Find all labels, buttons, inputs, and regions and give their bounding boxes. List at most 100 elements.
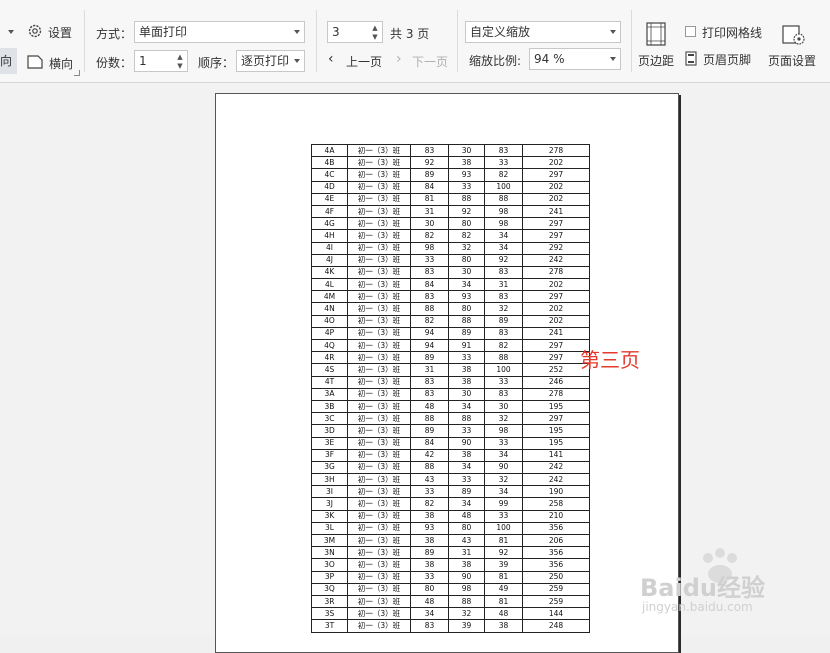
chevron-down-icon xyxy=(610,30,616,34)
table-cell: 初一（3）班 xyxy=(347,521,411,536)
stepper-down-icon[interactable]: ▼ xyxy=(371,33,379,41)
table-cell: 初一（3）班 xyxy=(347,168,411,182)
chevron-down-icon xyxy=(294,30,300,34)
table-row: 3N 初一（3）班 89 31 92 356 xyxy=(311,546,590,560)
portrait-button-partial[interactable]: 向 xyxy=(0,48,17,74)
table-row: 4M 初一（3）班 83 93 83 297 xyxy=(311,290,590,304)
table-cell: 3E xyxy=(311,436,348,450)
stepper-up-icon[interactable]: ▲ xyxy=(371,24,379,32)
table-cell: 210 xyxy=(522,509,590,523)
table-cell: 31 xyxy=(410,363,449,377)
table-cell: 31 xyxy=(484,278,523,292)
table-row: 3P 初一（3）班 33 90 81 250 xyxy=(311,570,590,584)
table-cell: 3J xyxy=(311,497,348,511)
table-cell: 4J xyxy=(311,253,348,267)
print-order-select[interactable]: 逐页打印 xyxy=(236,50,305,72)
chevron-down-icon xyxy=(294,59,300,63)
table-cell: 89 xyxy=(448,326,485,341)
print-preview-toolbar: 向 设置 横向 方式： 单面打印 份数： 1 ▲ ▼ 顺序： 逐页打印 3 ▲ … xyxy=(0,0,830,83)
table-cell: 246 xyxy=(522,375,590,389)
table-cell: 82 xyxy=(484,338,523,353)
header-footer-label: 页眉页脚 xyxy=(703,53,752,67)
table-cell: 33 xyxy=(484,436,523,450)
table-cell: 初一（3）班 xyxy=(347,326,411,341)
table-row: 3T 初一（3）班 83 39 38 248 xyxy=(311,619,590,633)
table-cell: 34 xyxy=(448,460,485,475)
group-expand-icon[interactable] xyxy=(74,70,80,76)
orientation-dropdown-partial[interactable] xyxy=(0,22,16,42)
table-row: 4C 初一（3）班 89 93 82 297 xyxy=(311,168,590,182)
table-cell: 43 xyxy=(410,473,449,487)
margins-button[interactable]: 页边距 xyxy=(636,20,676,72)
landscape-label: 横向 xyxy=(49,57,74,71)
table-cell: 83 xyxy=(410,290,449,304)
table-cell: 38 xyxy=(484,619,523,633)
zoom-ratio-select[interactable]: 94 % xyxy=(529,48,621,70)
table-cell: 89 xyxy=(484,314,523,328)
table-cell: 初一（3）班 xyxy=(347,143,411,158)
table-cell: 4A xyxy=(311,143,348,158)
table-cell: 202 xyxy=(522,180,590,194)
table-cell: 48 xyxy=(410,594,449,609)
stepper-down-icon[interactable]: ▼ xyxy=(176,62,184,70)
table-row: 4B 初一（3）班 92 38 33 202 xyxy=(311,156,590,170)
header-footer-icon xyxy=(685,51,697,70)
table-cell: 32 xyxy=(484,302,523,316)
table-cell: 4L xyxy=(311,278,348,292)
score-table: 4A 初一（3）班 83 30 83 278 4B 初一（3）班 92 38 33 202 4C 初一（3… xyxy=(311,143,590,633)
table-cell: 88 xyxy=(448,314,485,328)
table-cell: 34 xyxy=(448,497,485,511)
table-cell: 初一（3）班 xyxy=(347,485,411,499)
table-cell: 242 xyxy=(522,460,590,475)
table-cell: 90 xyxy=(448,570,485,584)
table-cell: 356 xyxy=(522,558,590,572)
table-cell: 32 xyxy=(448,241,485,255)
print-mode-select[interactable]: 单面打印 xyxy=(134,21,305,43)
table-cell: 356 xyxy=(522,521,590,536)
table-cell: 31 xyxy=(448,546,485,560)
page-number-stepper[interactable]: 3 ▲ ▼ xyxy=(327,21,383,43)
table-cell: 初一（3）班 xyxy=(347,412,411,426)
table-row: 3F 初一（3）班 42 38 34 141 xyxy=(311,448,590,462)
table-row: 3J 初一（3）班 82 34 99 258 xyxy=(311,497,590,511)
table-cell: 278 xyxy=(522,265,590,280)
table-cell: 38 xyxy=(448,558,485,572)
stepper-up-icon[interactable]: ▲ xyxy=(176,53,184,61)
table-cell: 初一（3）班 xyxy=(347,241,411,255)
zoom-mode-select[interactable]: 自定义缩放 xyxy=(465,21,621,43)
table-cell: 278 xyxy=(522,143,590,158)
table-cell: 4F xyxy=(311,204,348,219)
table-cell: 34 xyxy=(484,229,523,243)
table-cell: 100 xyxy=(484,363,523,377)
table-cell: 初一（3）班 xyxy=(347,351,411,365)
table-cell: 初一（3）班 xyxy=(347,314,411,328)
table-row: 3R 初一（3）班 48 88 81 259 xyxy=(311,594,590,609)
page-setup-button[interactable]: 页面设置 xyxy=(766,20,822,72)
chevron-down-icon xyxy=(610,57,616,61)
table-cell: 241 xyxy=(522,326,590,341)
table-cell: 34 xyxy=(448,399,485,414)
table-row: 3O 初一（3）班 38 38 39 356 xyxy=(311,558,590,572)
table-cell: 初一（3）班 xyxy=(347,338,411,353)
table-cell: 初一（3）班 xyxy=(347,582,411,596)
table-cell: 4O xyxy=(311,314,348,328)
table-row: 3Q 初一（3）班 80 98 49 259 xyxy=(311,582,590,596)
table-cell: 32 xyxy=(484,412,523,426)
table-cell: 32 xyxy=(448,607,485,621)
table-cell: 4K xyxy=(311,265,348,280)
table-row: 4S 初一（3）班 31 38 100 252 xyxy=(311,363,590,377)
copies-stepper[interactable]: 1 ▲ ▼ xyxy=(134,50,188,72)
score-table-body: 4A 初一（3）班 83 30 83 278 4B 初一（3）班 92 38 33 202 4C 初一（3… xyxy=(311,143,590,633)
table-cell: 4Q xyxy=(311,338,348,353)
table-cell: 297 xyxy=(522,229,590,243)
table-cell: 297 xyxy=(522,412,590,426)
table-cell: 88 xyxy=(410,460,449,475)
table-row: 3A 初一（3）班 83 30 83 278 xyxy=(311,387,590,401)
table-cell: 4B xyxy=(311,156,348,170)
table-cell: 初一（3）班 xyxy=(347,387,411,401)
portrait-label: 向 xyxy=(0,54,13,68)
table-row: 4Q 初一（3）班 94 91 82 297 xyxy=(311,338,590,353)
chevron-left-icon: ‹ xyxy=(328,51,334,67)
table-cell: 206 xyxy=(522,533,590,548)
table-row: 4O 初一（3）班 82 88 89 202 xyxy=(311,314,590,328)
